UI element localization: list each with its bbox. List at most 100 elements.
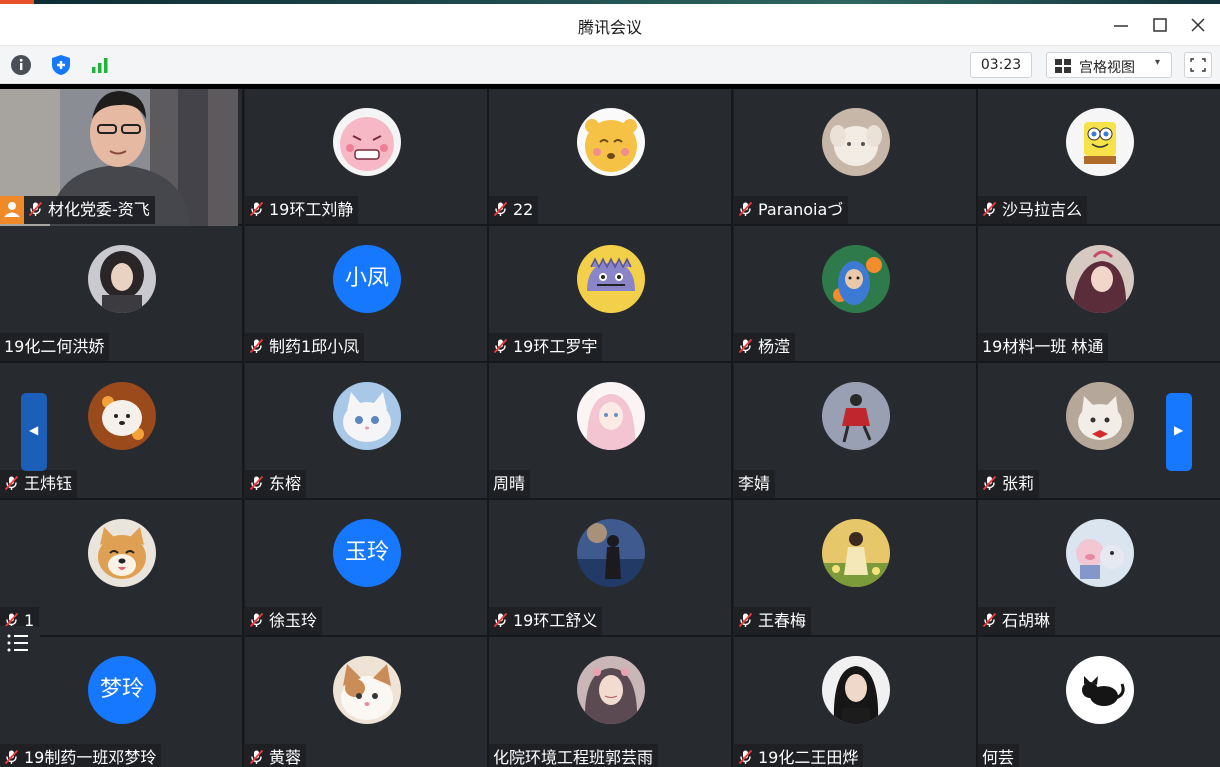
mic-muted-icon	[982, 475, 998, 491]
participant-tile[interactable]: Paranoiaづ	[734, 89, 978, 226]
mic-muted-icon	[493, 612, 509, 628]
participant-tile[interactable]: 东榕	[245, 363, 489, 500]
mic-muted-icon	[982, 201, 998, 217]
avatar: 玉玲	[333, 519, 401, 587]
minimize-icon	[1114, 25, 1128, 27]
participant-name: 化院环境工程班郭芸雨	[493, 748, 654, 767]
participant-tile[interactable]: 19化二王田烨	[734, 637, 978, 767]
mic-muted-icon	[249, 475, 265, 491]
participant-tile[interactable]: 19环工罗宇	[489, 226, 733, 363]
participant-nametag: 东榕	[245, 470, 307, 498]
network-status-button[interactable]	[89, 54, 111, 76]
minimize-button[interactable]	[1104, 11, 1138, 39]
mic-muted-icon	[738, 612, 754, 628]
window-title: 腾讯会议	[577, 18, 642, 37]
chevron-down-icon: ▾	[1155, 57, 1161, 68]
participant-nametag: 石胡琳	[978, 607, 1056, 635]
avatar	[577, 382, 645, 450]
participant-nametag: 19制药一班邓梦玲	[0, 744, 162, 767]
avatar	[333, 656, 401, 724]
participant-tile[interactable]: 19环工舒义	[489, 500, 733, 637]
participant-name: 石胡琳	[1002, 611, 1051, 630]
participant-tile[interactable]: 杨滢	[734, 226, 978, 363]
avatar	[88, 382, 156, 450]
maximize-icon	[1153, 18, 1167, 32]
participant-name: 19化二王田烨	[758, 748, 859, 767]
participant-name: 19材料一班 林通	[982, 337, 1104, 356]
participant-tile[interactable]: 1	[0, 500, 244, 637]
security-button[interactable]	[50, 54, 72, 76]
participant-nametag: 何芸	[978, 744, 1020, 767]
participant-nametag: 徐玉玲	[245, 607, 323, 635]
participant-nametag: 沙马拉吉么	[978, 196, 1088, 224]
view-mode-label: 宫格视图	[1079, 60, 1135, 76]
close-button[interactable]	[1181, 11, 1215, 39]
participant-tile[interactable]: 19化二何洪娇	[0, 226, 244, 363]
fullscreen-button[interactable]	[1184, 52, 1212, 78]
avatar	[88, 245, 156, 313]
participant-name: Paranoiaづ	[758, 200, 844, 219]
participant-tile[interactable]: 沙马拉吉么	[978, 89, 1220, 226]
mic-muted-icon	[249, 201, 265, 217]
meeting-timer: 03:23	[970, 52, 1032, 78]
meeting-info-button[interactable]	[10, 54, 32, 76]
participant-tile[interactable]: 化院环境工程班郭芸雨	[489, 637, 733, 767]
chevron-left-icon: ◀	[29, 423, 39, 437]
participant-name: 何芸	[982, 748, 1015, 767]
avatar	[1066, 519, 1134, 587]
avatar	[1066, 656, 1134, 724]
mic-muted-icon	[738, 201, 754, 217]
participant-tile[interactable]: 玉玲 徐玉玲	[245, 500, 489, 637]
participant-tile[interactable]: 19环工刘静	[245, 89, 489, 226]
participant-tile[interactable]: 石胡琳	[978, 500, 1220, 637]
maximize-button[interactable]	[1143, 11, 1177, 39]
member-list-button[interactable]	[0, 626, 40, 660]
avatar	[577, 519, 645, 587]
participant-name: 李婧	[738, 474, 771, 493]
participant-tile[interactable]: 王春梅	[734, 500, 978, 637]
next-page-button[interactable]: ▶	[1166, 393, 1192, 471]
mic-muted-icon	[738, 749, 754, 765]
avatar	[577, 108, 645, 176]
participant-nametag: Paranoiaづ	[734, 196, 849, 224]
participant-nametag: 王春梅	[734, 607, 812, 635]
prev-page-button[interactable]: ◀	[21, 393, 47, 471]
mic-muted-icon	[28, 201, 44, 217]
avatar	[822, 245, 890, 313]
participant-name: 19制药一班邓梦玲	[24, 748, 157, 767]
list-icon	[7, 634, 28, 652]
mic-muted-icon	[4, 749, 20, 765]
participant-tile[interactable]: 黄蓉	[245, 637, 489, 767]
fullscreen-icon	[1190, 58, 1206, 72]
mic-muted-icon	[4, 475, 20, 491]
security-shield-icon	[52, 55, 70, 75]
participant-nametag: 李婧	[734, 470, 776, 498]
participant-nametag: 周晴	[489, 470, 531, 498]
participant-tile[interactable]: 材化党委-资飞	[0, 89, 244, 226]
view-mode-dropdown[interactable]: 宫格视图 ▾	[1046, 52, 1172, 78]
participant-name: 19环工罗宇	[513, 337, 598, 356]
participant-name: 沙马拉吉么	[1002, 200, 1083, 219]
participant-name: 王炜钰	[24, 474, 73, 493]
signal-icon	[92, 58, 108, 73]
mic-muted-icon	[249, 338, 265, 354]
participant-tile[interactable]: 何芸	[978, 637, 1220, 767]
avatar	[577, 245, 645, 313]
participant-tile[interactable]: 22	[489, 89, 733, 226]
participant-nametag: 19材料一班 林通	[978, 333, 1109, 361]
video-grid: 材化党委-资飞 19环工刘静 22 Paranoiaづ 沙马拉吉么 19化二何洪娇 小凤 制药…	[0, 89, 1220, 767]
participant-nametag: 杨滢	[734, 333, 796, 361]
mic-muted-icon	[493, 338, 509, 354]
participant-tile[interactable]: 19材料一班 林通	[978, 226, 1220, 363]
participant-nametag: 材化党委-资飞	[0, 196, 155, 224]
participant-tile[interactable]: 李婧	[734, 363, 978, 500]
participant-tile[interactable]: 周晴	[489, 363, 733, 500]
avatar	[822, 519, 890, 587]
participant-name: 东榕	[269, 474, 302, 493]
participant-tile[interactable]: 小凤 制药1邱小凤	[245, 226, 489, 363]
participant-nametag: 19化二王田烨	[734, 744, 864, 767]
mic-muted-icon	[249, 749, 265, 765]
participant-nametag: 19环工舒义	[489, 607, 603, 635]
participant-name: 22	[513, 200, 534, 219]
avatar	[822, 108, 890, 176]
